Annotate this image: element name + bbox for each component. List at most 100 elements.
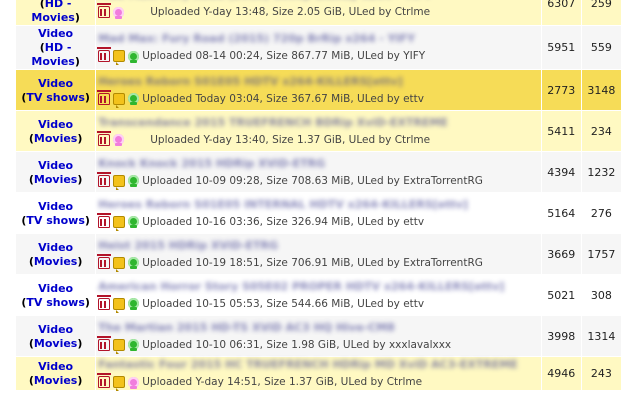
seeders-cell: 6307 — [541, 0, 582, 26]
category-main-link[interactable]: Video — [38, 360, 73, 373]
category-cell: Video (HD - Movies) — [16, 26, 97, 70]
comment-icon[interactable] — [113, 256, 126, 272]
magnet-icon[interactable] — [97, 130, 112, 146]
vip-uploader-icon — [128, 257, 140, 269]
category-main-link[interactable]: Video — [38, 241, 73, 254]
torrent-title-link[interactable]: Mad Max: Fury Road (2015) 720p BrRip x26… — [98, 31, 540, 47]
paren-close: ) — [77, 374, 83, 387]
details-cell: Heroes Reborn S01E05 HDTV x264-KILLERS[e… — [96, 70, 542, 111]
category-sub-link[interactable]: TV shows — [26, 214, 85, 227]
vip-uploader-icon — [128, 175, 140, 187]
torrent-title-link[interactable]: Knock Knock 2015 HDRip XViD-ETRG — [98, 156, 540, 172]
uploader-link[interactable]: ExtraTorrentRG — [403, 175, 483, 187]
vip-uploader-icon — [128, 50, 140, 63]
seeders-cell: 3669 — [541, 234, 582, 275]
category-sub-link[interactable]: TV shows — [26, 296, 85, 309]
uploader-link[interactable]: ettv — [403, 216, 424, 228]
magnet-icon[interactable] — [97, 253, 112, 269]
details-cell: Heist 2015 HDRip XViD-ETRG Uploaded 10-1… — [96, 234, 542, 275]
torrent-row: Video (Movies) The Martian 2015 HD-TS XV… — [16, 316, 622, 357]
details-cell: Mad Max: Fury Road (2015) 1080p BluRay x… — [96, 0, 542, 26]
torrent-results-table: Video (HD - Movies) Mad Max: Fury Road (… — [16, 0, 622, 391]
category-main-link[interactable]: Video — [38, 200, 73, 213]
magnet-icon[interactable] — [97, 212, 112, 228]
category-main-link[interactable]: Video — [38, 77, 73, 90]
torrent-title-link[interactable]: Heist 2015 HDRip XViD-ETRG — [98, 238, 540, 254]
torrent-title-link[interactable]: Transcendance 2015 TRUEFRENCH BDRip XviD… — [98, 115, 540, 131]
category-sub-link[interactable]: TV shows — [26, 91, 85, 104]
category-main-link[interactable]: Video — [38, 27, 73, 40]
comment-icon[interactable] — [113, 376, 126, 391]
category-cell: Video (Movies) — [16, 357, 97, 391]
details-cell: Transcendance 2015 TRUEFRENCH BDRip XviD… — [96, 111, 542, 152]
magnet-icon[interactable] — [97, 373, 112, 388]
category-main-link[interactable]: Video — [38, 159, 73, 172]
category-main-link[interactable]: Video — [38, 118, 73, 131]
comment-icon[interactable] — [113, 50, 126, 65]
uploader-link[interactable]: xxxlavalxxx — [389, 339, 451, 351]
leechers-cell: 308 — [581, 275, 622, 316]
category-cell: Video (Movies) — [16, 234, 97, 275]
torrent-description: Uploaded 10-16 03:36, Size 326.94 MiB, U… — [97, 212, 540, 231]
torrent-title-link[interactable]: Heroes Reborn S01E05 INTERNAL HDTV x264-… — [98, 197, 540, 213]
magnet-icon[interactable] — [97, 171, 112, 187]
leechers-cell: 1757 — [581, 234, 622, 275]
magnet-icon[interactable] — [97, 3, 112, 18]
category-sub-link[interactable]: Movies — [34, 374, 77, 387]
torrent-description: Uploaded Y-day 13:48, Size 2.05 GiB, ULe… — [97, 3, 540, 20]
category-sub-link[interactable]: Movies — [34, 173, 77, 186]
seeders-cell: 5411 — [541, 111, 582, 152]
vip-uploader-icon — [128, 298, 140, 310]
torrent-description: Uploaded 08-14 00:24, Size 867.77 MiB, U… — [97, 47, 540, 65]
torrent-title-link[interactable]: American Horror Story S05E02 PROPER HDTV… — [98, 279, 540, 295]
magnet-icon[interactable] — [97, 335, 112, 351]
category-cell: Video (TV shows) — [16, 70, 97, 111]
torrent-title-link[interactable]: Mad Max: Fury Road (2015) 1080p BluRay x… — [98, 0, 540, 3]
paren-close: ) — [84, 213, 90, 227]
category-main-link[interactable]: Video — [38, 323, 73, 336]
category-cell: Video (Movies) — [16, 152, 97, 193]
vip-uploader-icon — [128, 93, 140, 105]
category-sub-link[interactable]: Movies — [34, 337, 77, 350]
torrent-title-link[interactable]: Fantastic Four 2015 HC TRUEFRENCH HDRip … — [98, 357, 540, 373]
uploader-link[interactable]: ExtraTorrentRG — [403, 257, 483, 269]
uploader-link[interactable]: Ctrlme — [395, 134, 430, 146]
comment-icon[interactable] — [113, 338, 126, 354]
torrent-title-link[interactable]: Heroes Reborn S01E05 HDTV x264-KILLERS[e… — [98, 74, 540, 90]
paren-close: ) — [74, 11, 80, 24]
uploader-link[interactable]: ettv — [403, 93, 424, 105]
magnet-icon[interactable] — [97, 47, 112, 62]
upload-info: Uploaded 10-15 05:53, Size 544.66 MiB, U… — [142, 297, 425, 310]
uploader-link[interactable]: Ctrlme — [395, 6, 430, 18]
category-sub-link[interactable]: HD - Movies — [31, 0, 74, 24]
uploader-link[interactable]: ettv — [403, 298, 424, 310]
torrent-row: Video (Movies) Heist 2015 HDRip XViD-ETR… — [16, 234, 622, 275]
paren-close: ) — [84, 295, 90, 309]
vip-uploader-icon — [128, 216, 140, 228]
paren-close: ) — [77, 131, 83, 145]
paren-close: ) — [77, 254, 83, 268]
comment-icon[interactable] — [113, 174, 126, 190]
torrent-title-link[interactable]: The Martian 2015 HD-TS XViD AC3 HQ Hive-… — [98, 320, 540, 336]
uploader-link[interactable]: YIFY — [403, 50, 425, 62]
leechers-cell: 1232 — [581, 152, 622, 193]
torrent-description: Uploaded Today 03:04, Size 367.67 MiB, U… — [97, 89, 540, 108]
category-sub-link[interactable]: Movies — [34, 132, 77, 145]
torrent-description: Uploaded 10-10 06:31, Size 1.98 GiB, ULe… — [97, 335, 540, 354]
details-cell: Knock Knock 2015 HDRip XViD-ETRG Uploade… — [96, 152, 542, 193]
torrent-row: Video (HD - Movies) Mad Max: Fury Road (… — [16, 0, 622, 26]
torrent-description: Uploaded 10-09 09:28, Size 708.63 MiB, U… — [97, 171, 540, 190]
paren-close: ) — [77, 336, 83, 350]
category-main-link[interactable]: Video — [38, 282, 73, 295]
comment-icon[interactable] — [113, 92, 126, 108]
torrent-description: Uploaded 10-19 18:51, Size 706.91 MiB, U… — [97, 253, 540, 272]
comment-icon[interactable] — [113, 215, 126, 231]
category-sub-link[interactable]: HD - Movies — [31, 41, 74, 68]
uploader-link[interactable]: Ctrlme — [387, 376, 422, 388]
magnet-icon[interactable] — [97, 294, 112, 310]
comment-icon[interactable] — [113, 297, 126, 313]
category-sub-link[interactable]: Movies — [34, 255, 77, 268]
torrent-row: Video (Movies) Knock Knock 2015 HDRip XV… — [16, 152, 622, 193]
upload-info: Uploaded Y-day 13:48, Size 2.05 GiB, ULe… — [150, 6, 431, 18]
magnet-icon[interactable] — [97, 89, 112, 105]
